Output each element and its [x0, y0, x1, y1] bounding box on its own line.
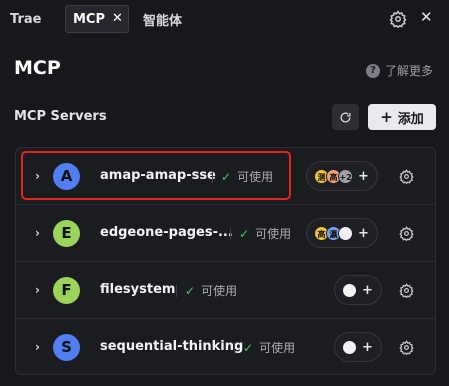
status-text: 可使用 — [255, 227, 292, 241]
add-client-icon[interactable]: + — [358, 226, 369, 241]
refresh-icon — [340, 112, 351, 122]
divider — [176, 284, 177, 297]
client-avatar: +2 — [338, 168, 353, 184]
learn-more-label: 了解更多 — [385, 64, 434, 78]
chevron-right-icon[interactable]: › — [35, 226, 40, 240]
server-row-filesystem[interactable]: › F filesystem ✓ 可使用 + — [16, 262, 435, 319]
check-icon: ✓ — [185, 283, 196, 298]
add-client-icon[interactable]: + — [358, 169, 369, 184]
close-panel-icon[interactable]: ✕ — [420, 8, 433, 26]
highlight-box — [21, 151, 291, 200]
server-row-sequential-thinking[interactable]: › S sequential-thinking ✓ 可使用 + — [16, 319, 435, 374]
server-name: sequential-thinking — [100, 339, 244, 354]
gear-icon[interactable] — [389, 10, 407, 29]
status-text: 可使用 — [259, 341, 296, 355]
refresh-button[interactable] — [332, 104, 359, 130]
check-icon: ✓ — [243, 340, 254, 355]
add-server-button[interactable]: + 添加 — [368, 104, 436, 130]
client-group[interactable]: 测 高 +2 + — [306, 161, 378, 191]
check-icon: ✓ — [239, 226, 250, 241]
chevron-right-icon[interactable]: › — [35, 340, 40, 354]
tab-agent[interactable]: 智能体 — [143, 5, 182, 33]
server-avatar: S — [53, 334, 80, 361]
client-avatar — [342, 339, 357, 355]
gear-icon[interactable] — [399, 226, 414, 242]
learn-more-link[interactable]: ? 了解更多 — [366, 62, 433, 79]
server-avatar: F — [53, 277, 80, 304]
server-name: filesystem — [100, 282, 176, 297]
client-group[interactable]: 高 瀛 + — [306, 218, 378, 248]
client-avatar — [338, 225, 353, 241]
status-badge: ✓ 可使用 — [234, 339, 295, 356]
server-row-edgeone[interactable]: › E edgeone-pages-... ✓ 可使用 高 瀛 + — [16, 205, 435, 262]
client-group[interactable]: + — [334, 275, 382, 305]
divider — [230, 227, 231, 240]
server-name: edgeone-pages-... — [100, 225, 233, 240]
status-badge: ✓ 可使用 — [230, 225, 291, 242]
divider — [234, 341, 235, 354]
close-icon[interactable]: ✕ — [112, 11, 123, 26]
tab-trae[interactable]: Trae — [10, 5, 41, 33]
status-text: 可使用 — [201, 284, 238, 298]
tab-mcp-label: MCP — [73, 11, 106, 27]
tab-bar: Trae MCP ✕ 智能体 ✕ — [0, 0, 449, 38]
add-client-icon[interactable]: + — [362, 340, 373, 355]
page-title: MCP — [14, 57, 61, 79]
section-label: MCP Servers — [14, 109, 107, 124]
chevron-right-icon[interactable]: › — [35, 283, 40, 297]
add-client-icon[interactable]: + — [362, 283, 373, 298]
client-avatar — [342, 282, 357, 298]
tab-mcp[interactable]: MCP ✕ — [65, 5, 129, 33]
plus-icon: + — [380, 108, 393, 126]
gear-icon[interactable] — [399, 340, 414, 356]
gear-icon[interactable] — [399, 283, 414, 299]
gear-icon[interactable] — [399, 169, 414, 185]
status-badge: ✓ 可使用 — [176, 282, 237, 299]
add-label: 添加 — [397, 111, 424, 127]
help-icon: ? — [366, 63, 380, 78]
client-group[interactable]: + — [334, 332, 382, 362]
server-avatar: E — [53, 220, 80, 247]
